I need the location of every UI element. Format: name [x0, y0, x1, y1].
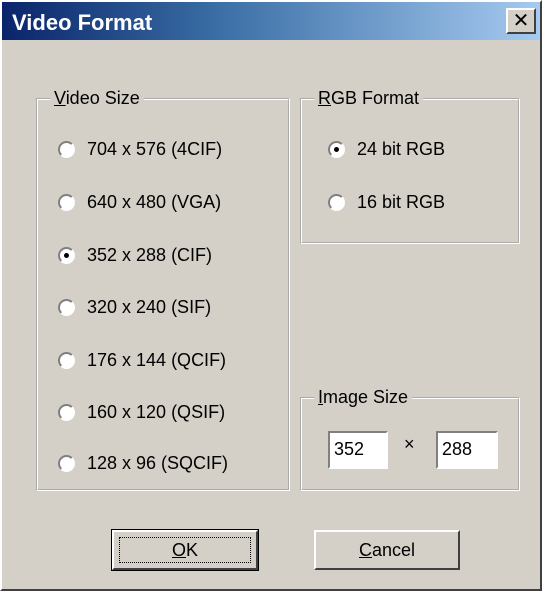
cancel-button-rest: ancel	[371, 539, 416, 560]
title-bar[interactable]: Video Format ✕	[2, 2, 540, 40]
video-size-option-label: 128 x 96 (SQCIF)	[87, 452, 229, 473]
video-size-option-label: 320 x 240 (SIF)	[87, 296, 212, 317]
image-size-legend-rest: mage Size	[323, 387, 409, 407]
radio-button[interactable]	[58, 193, 75, 211]
image-size-group: Image Size 352 × 288	[300, 387, 520, 491]
video-size-option-label: 176 x 144 (QCIF)	[87, 349, 227, 370]
rgb-format-option-16bit[interactable]: 16 bit RGB	[328, 190, 445, 214]
video-size-option-label: 352 x 288 (CIF)	[87, 244, 213, 265]
radio-button-selected[interactable]	[58, 246, 75, 264]
radio-button-selected[interactable]	[328, 140, 345, 158]
cancel-button-label: Cancel	[359, 540, 415, 561]
video-size-option-vga[interactable]: 640 x 480 (VGA)	[58, 190, 221, 214]
close-button[interactable]: ✕	[506, 8, 536, 34]
radio-button[interactable]	[58, 454, 75, 472]
video-size-option-4cif[interactable]: 704 x 576 (4CIF)	[58, 137, 222, 161]
cancel-button[interactable]: Cancel	[314, 530, 460, 570]
video-size-legend-rest: ideo Size	[65, 88, 140, 108]
image-height-field[interactable]: 288	[436, 431, 498, 469]
video-size-option-qsif[interactable]: 160 x 120 (QSIF)	[58, 400, 225, 424]
video-size-option-qcif[interactable]: 176 x 144 (QCIF)	[58, 348, 226, 372]
video-format-dialog: Video Format ✕ Video Size 704 x 576 (4CI…	[0, 0, 542, 591]
rgb-format-option-label: 24 bit RGB	[357, 138, 446, 159]
radio-button[interactable]	[58, 140, 75, 158]
rgb-format-option-label: 16 bit RGB	[357, 191, 446, 212]
radio-button[interactable]	[58, 403, 75, 421]
video-size-group: Video Size 704 x 576 (4CIF) 640 x 480 (V…	[36, 88, 290, 491]
focus-rectangle	[119, 537, 251, 563]
video-size-option-label: 704 x 576 (4CIF)	[87, 138, 223, 159]
video-size-option-sqcif[interactable]: 128 x 96 (SQCIF)	[58, 451, 228, 475]
video-size-legend: Video Size	[50, 88, 144, 109]
video-size-option-label: 640 x 480 (VGA)	[87, 191, 222, 212]
dialog-title: Video Format	[12, 10, 153, 35]
video-size-option-cif[interactable]: 352 x 288 (CIF)	[58, 243, 212, 267]
video-size-legend-mnemonic: V	[54, 88, 66, 108]
ok-button[interactable]: OK	[111, 529, 259, 571]
video-size-option-sif[interactable]: 320 x 240 (SIF)	[58, 295, 211, 319]
radio-button[interactable]	[58, 351, 75, 369]
rgb-format-group: RGB Format 24 bit RGB 16 bit RGB	[300, 88, 520, 244]
rgb-format-option-24bit[interactable]: 24 bit RGB	[328, 137, 445, 161]
times-sign: ×	[404, 434, 415, 454]
cancel-button-mnemonic: C	[358, 539, 372, 560]
image-width-field[interactable]: 352	[328, 431, 388, 469]
radio-button[interactable]	[58, 298, 75, 316]
rgb-format-legend: RGB Format	[314, 88, 424, 109]
close-icon: ✕	[512, 10, 530, 32]
rgb-format-legend-rest: GB Format	[331, 88, 420, 108]
image-size-legend: Image Size	[314, 387, 413, 408]
rgb-format-legend-mnemonic: R	[318, 88, 331, 108]
radio-button[interactable]	[328, 193, 345, 211]
video-size-option-label: 160 x 120 (QSIF)	[87, 401, 226, 422]
